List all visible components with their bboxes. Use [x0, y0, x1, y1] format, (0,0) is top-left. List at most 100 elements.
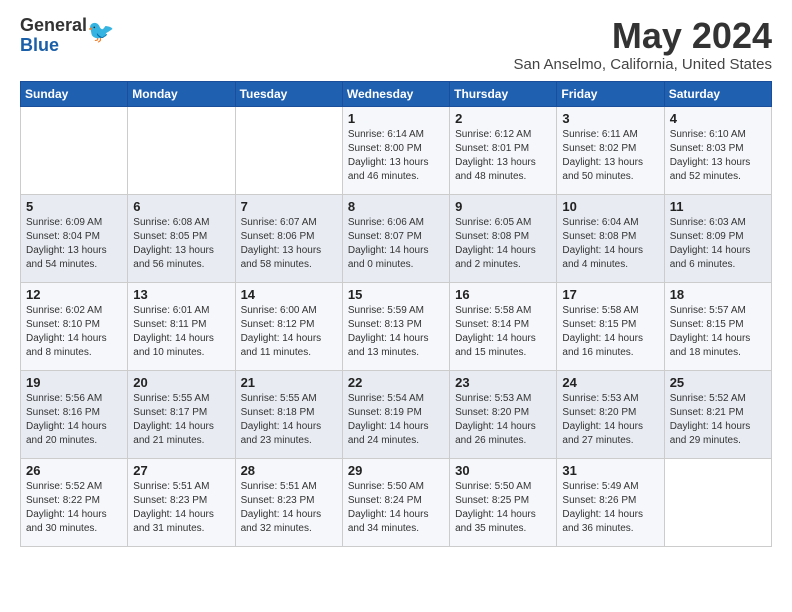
day-info: Sunrise: 6:05 AM Sunset: 8:08 PM Dayligh… — [455, 216, 551, 272]
calendar-cell: 8 Sunrise: 6:06 AM Sunset: 8:07 PM Daylig… — [342, 194, 449, 282]
calendar-week-row: 19 Sunrise: 5:56 AM Sunset: 8:16 PM Dayli… — [21, 370, 772, 458]
location-subtitle: San Anselmo, California, United States — [514, 56, 772, 73]
day-info: Sunrise: 5:53 AM Sunset: 8:20 PM Dayligh… — [562, 392, 658, 448]
day-number: 8 — [348, 199, 444, 214]
calendar-cell — [128, 106, 235, 194]
calendar-week-row: 5 Sunrise: 6:09 AM Sunset: 8:04 PM Daylig… — [21, 194, 772, 282]
day-number: 21 — [241, 375, 337, 390]
calendar-cell: 30Sunrise: 5:50 AM Sunset: 8:25 PM Dayli… — [450, 458, 557, 546]
calendar-cell: 25Sunrise: 5:52 AM Sunset: 8:21 PM Dayli… — [664, 370, 771, 458]
day-info: Sunrise: 5:52 AM Sunset: 8:22 PM Dayligh… — [26, 480, 122, 536]
logo-bird-icon: 🐦 — [87, 19, 114, 45]
calendar-cell: 10Sunrise: 6:04 AM Sunset: 8:08 PM Dayli… — [557, 194, 664, 282]
calendar-cell: 23 Sunrise: 5:53 AM Sunset: 8:20 PM Dayli… — [450, 370, 557, 458]
logo: General Blue 🐦 — [20, 16, 114, 56]
day-number: 5 — [26, 199, 122, 214]
day-number: 22 — [348, 375, 444, 390]
day-number: 12 — [26, 287, 122, 302]
calendar-cell: 12 Sunrise: 6:02 AM Sunset: 8:10 PM Dayli… — [21, 282, 128, 370]
day-info: Sunrise: 6:06 AM Sunset: 8:07 PM Dayligh… — [348, 216, 444, 272]
calendar-cell: 7Sunrise: 6:07 AM Sunset: 8:06 PM Daylig… — [235, 194, 342, 282]
day-number: 16 — [455, 287, 551, 302]
day-info: Sunrise: 5:53 AM Sunset: 8:20 PM Dayligh… — [455, 392, 551, 448]
calendar-cell — [21, 106, 128, 194]
day-info: Sunrise: 6:00 AM Sunset: 8:12 PM Dayligh… — [241, 304, 337, 360]
day-number: 13 — [133, 287, 229, 302]
calendar-cell: 16 Sunrise: 5:58 AM Sunset: 8:14 PM Dayli… — [450, 282, 557, 370]
day-info: Sunrise: 6:12 AM Sunset: 8:01 PM Dayligh… — [455, 128, 551, 184]
day-info: Sunrise: 5:50 AM Sunset: 8:25 PM Dayligh… — [455, 480, 551, 536]
calendar-cell: 19 Sunrise: 5:56 AM Sunset: 8:16 PM Dayli… — [21, 370, 128, 458]
calendar-cell: 4 Sunrise: 6:10 AM Sunset: 8:03 PM Daylig… — [664, 106, 771, 194]
day-number: 4 — [670, 111, 766, 126]
month-year-title: May 2024 — [514, 16, 772, 56]
day-info: Sunrise: 5:59 AM Sunset: 8:13 PM Dayligh… — [348, 304, 444, 360]
day-info: Sunrise: 6:09 AM Sunset: 8:04 PM Dayligh… — [26, 216, 122, 272]
day-info: Sunrise: 6:11 AM Sunset: 8:02 PM Dayligh… — [562, 128, 658, 184]
day-info: Sunrise: 6:14 AM Sunset: 8:00 PM Dayligh… — [348, 128, 444, 184]
day-number: 3 — [562, 111, 658, 126]
day-info: Sunrise: 5:54 AM Sunset: 8:19 PM Dayligh… — [348, 392, 444, 448]
weekday-header-sunday: Sunday — [21, 81, 128, 106]
calendar-cell: 17 Sunrise: 5:58 AM Sunset: 8:15 PM Dayli… — [557, 282, 664, 370]
day-number: 28 — [241, 463, 337, 478]
calendar-cell: 9 Sunrise: 6:05 AM Sunset: 8:08 PM Daylig… — [450, 194, 557, 282]
day-number: 7 — [241, 199, 337, 214]
calendar-cell: 27Sunrise: 5:51 AM Sunset: 8:23 PM Dayli… — [128, 458, 235, 546]
logo-blue-text: Blue — [20, 35, 59, 55]
calendar-cell: 24 Sunrise: 5:53 AM Sunset: 8:20 PM Dayli… — [557, 370, 664, 458]
calendar-cell — [235, 106, 342, 194]
calendar-cell: 29 Sunrise: 5:50 AM Sunset: 8:24 PM Dayli… — [342, 458, 449, 546]
calendar-cell: 13 Sunrise: 6:01 AM Sunset: 8:11 PM Dayli… — [128, 282, 235, 370]
day-info: Sunrise: 5:57 AM Sunset: 8:15 PM Dayligh… — [670, 304, 766, 360]
day-number: 15 — [348, 287, 444, 302]
day-number: 2 — [455, 111, 551, 126]
day-info: Sunrise: 5:58 AM Sunset: 8:14 PM Dayligh… — [455, 304, 551, 360]
day-info: Sunrise: 5:51 AM Sunset: 8:23 PM Dayligh… — [133, 480, 229, 536]
day-info: Sunrise: 5:50 AM Sunset: 8:24 PM Dayligh… — [348, 480, 444, 536]
weekday-header-monday: Monday — [128, 81, 235, 106]
calendar-cell: 2 Sunrise: 6:12 AM Sunset: 8:01 PM Daylig… — [450, 106, 557, 194]
day-number: 9 — [455, 199, 551, 214]
page-header: General Blue 🐦 May 2024 San Anselmo, Cal… — [20, 16, 772, 73]
day-info: Sunrise: 5:58 AM Sunset: 8:15 PM Dayligh… — [562, 304, 658, 360]
day-number: 31 — [562, 463, 658, 478]
day-number: 29 — [348, 463, 444, 478]
calendar-cell: 14Sunrise: 6:00 AM Sunset: 8:12 PM Dayli… — [235, 282, 342, 370]
day-info: Sunrise: 6:08 AM Sunset: 8:05 PM Dayligh… — [133, 216, 229, 272]
day-number: 10 — [562, 199, 658, 214]
day-info: Sunrise: 5:55 AM Sunset: 8:18 PM Dayligh… — [241, 392, 337, 448]
day-number: 1 — [348, 111, 444, 126]
calendar-cell: 11Sunrise: 6:03 AM Sunset: 8:09 PM Dayli… — [664, 194, 771, 282]
calendar-week-row: 26 Sunrise: 5:52 AM Sunset: 8:22 PM Dayli… — [21, 458, 772, 546]
calendar-cell: 1 Sunrise: 6:14 AM Sunset: 8:00 PM Daylig… — [342, 106, 449, 194]
day-info: Sunrise: 5:52 AM Sunset: 8:21 PM Dayligh… — [670, 392, 766, 448]
logo-general-text: General — [20, 15, 87, 35]
day-info: Sunrise: 5:56 AM Sunset: 8:16 PM Dayligh… — [26, 392, 122, 448]
day-number: 17 — [562, 287, 658, 302]
weekday-header-friday: Friday — [557, 81, 664, 106]
day-info: Sunrise: 6:10 AM Sunset: 8:03 PM Dayligh… — [670, 128, 766, 184]
calendar-cell: 15 Sunrise: 5:59 AM Sunset: 8:13 PM Dayli… — [342, 282, 449, 370]
calendar-week-row: 12 Sunrise: 6:02 AM Sunset: 8:10 PM Dayli… — [21, 282, 772, 370]
day-number: 19 — [26, 375, 122, 390]
day-number: 24 — [562, 375, 658, 390]
day-info: Sunrise: 6:01 AM Sunset: 8:11 PM Dayligh… — [133, 304, 229, 360]
calendar-cell — [664, 458, 771, 546]
calendar-cell: 6 Sunrise: 6:08 AM Sunset: 8:05 PM Daylig… — [128, 194, 235, 282]
weekday-header-saturday: Saturday — [664, 81, 771, 106]
day-info: Sunrise: 6:02 AM Sunset: 8:10 PM Dayligh… — [26, 304, 122, 360]
day-number: 6 — [133, 199, 229, 214]
day-number: 20 — [133, 375, 229, 390]
weekday-header-tuesday: Tuesday — [235, 81, 342, 106]
calendar-cell: 3 Sunrise: 6:11 AM Sunset: 8:02 PM Daylig… — [557, 106, 664, 194]
calendar-cell: 21 Sunrise: 5:55 AM Sunset: 8:18 PM Dayli… — [235, 370, 342, 458]
day-number: 26 — [26, 463, 122, 478]
calendar-cell: 20Sunrise: 5:55 AM Sunset: 8:17 PM Dayli… — [128, 370, 235, 458]
day-number: 23 — [455, 375, 551, 390]
title-area: May 2024 San Anselmo, California, United… — [514, 16, 772, 73]
calendar-week-row: 1 Sunrise: 6:14 AM Sunset: 8:00 PM Daylig… — [21, 106, 772, 194]
calendar-table: SundayMondayTuesdayWednesdayThursdayFrid… — [20, 81, 772, 547]
day-number: 11 — [670, 199, 766, 214]
day-info: Sunrise: 5:49 AM Sunset: 8:26 PM Dayligh… — [562, 480, 658, 536]
